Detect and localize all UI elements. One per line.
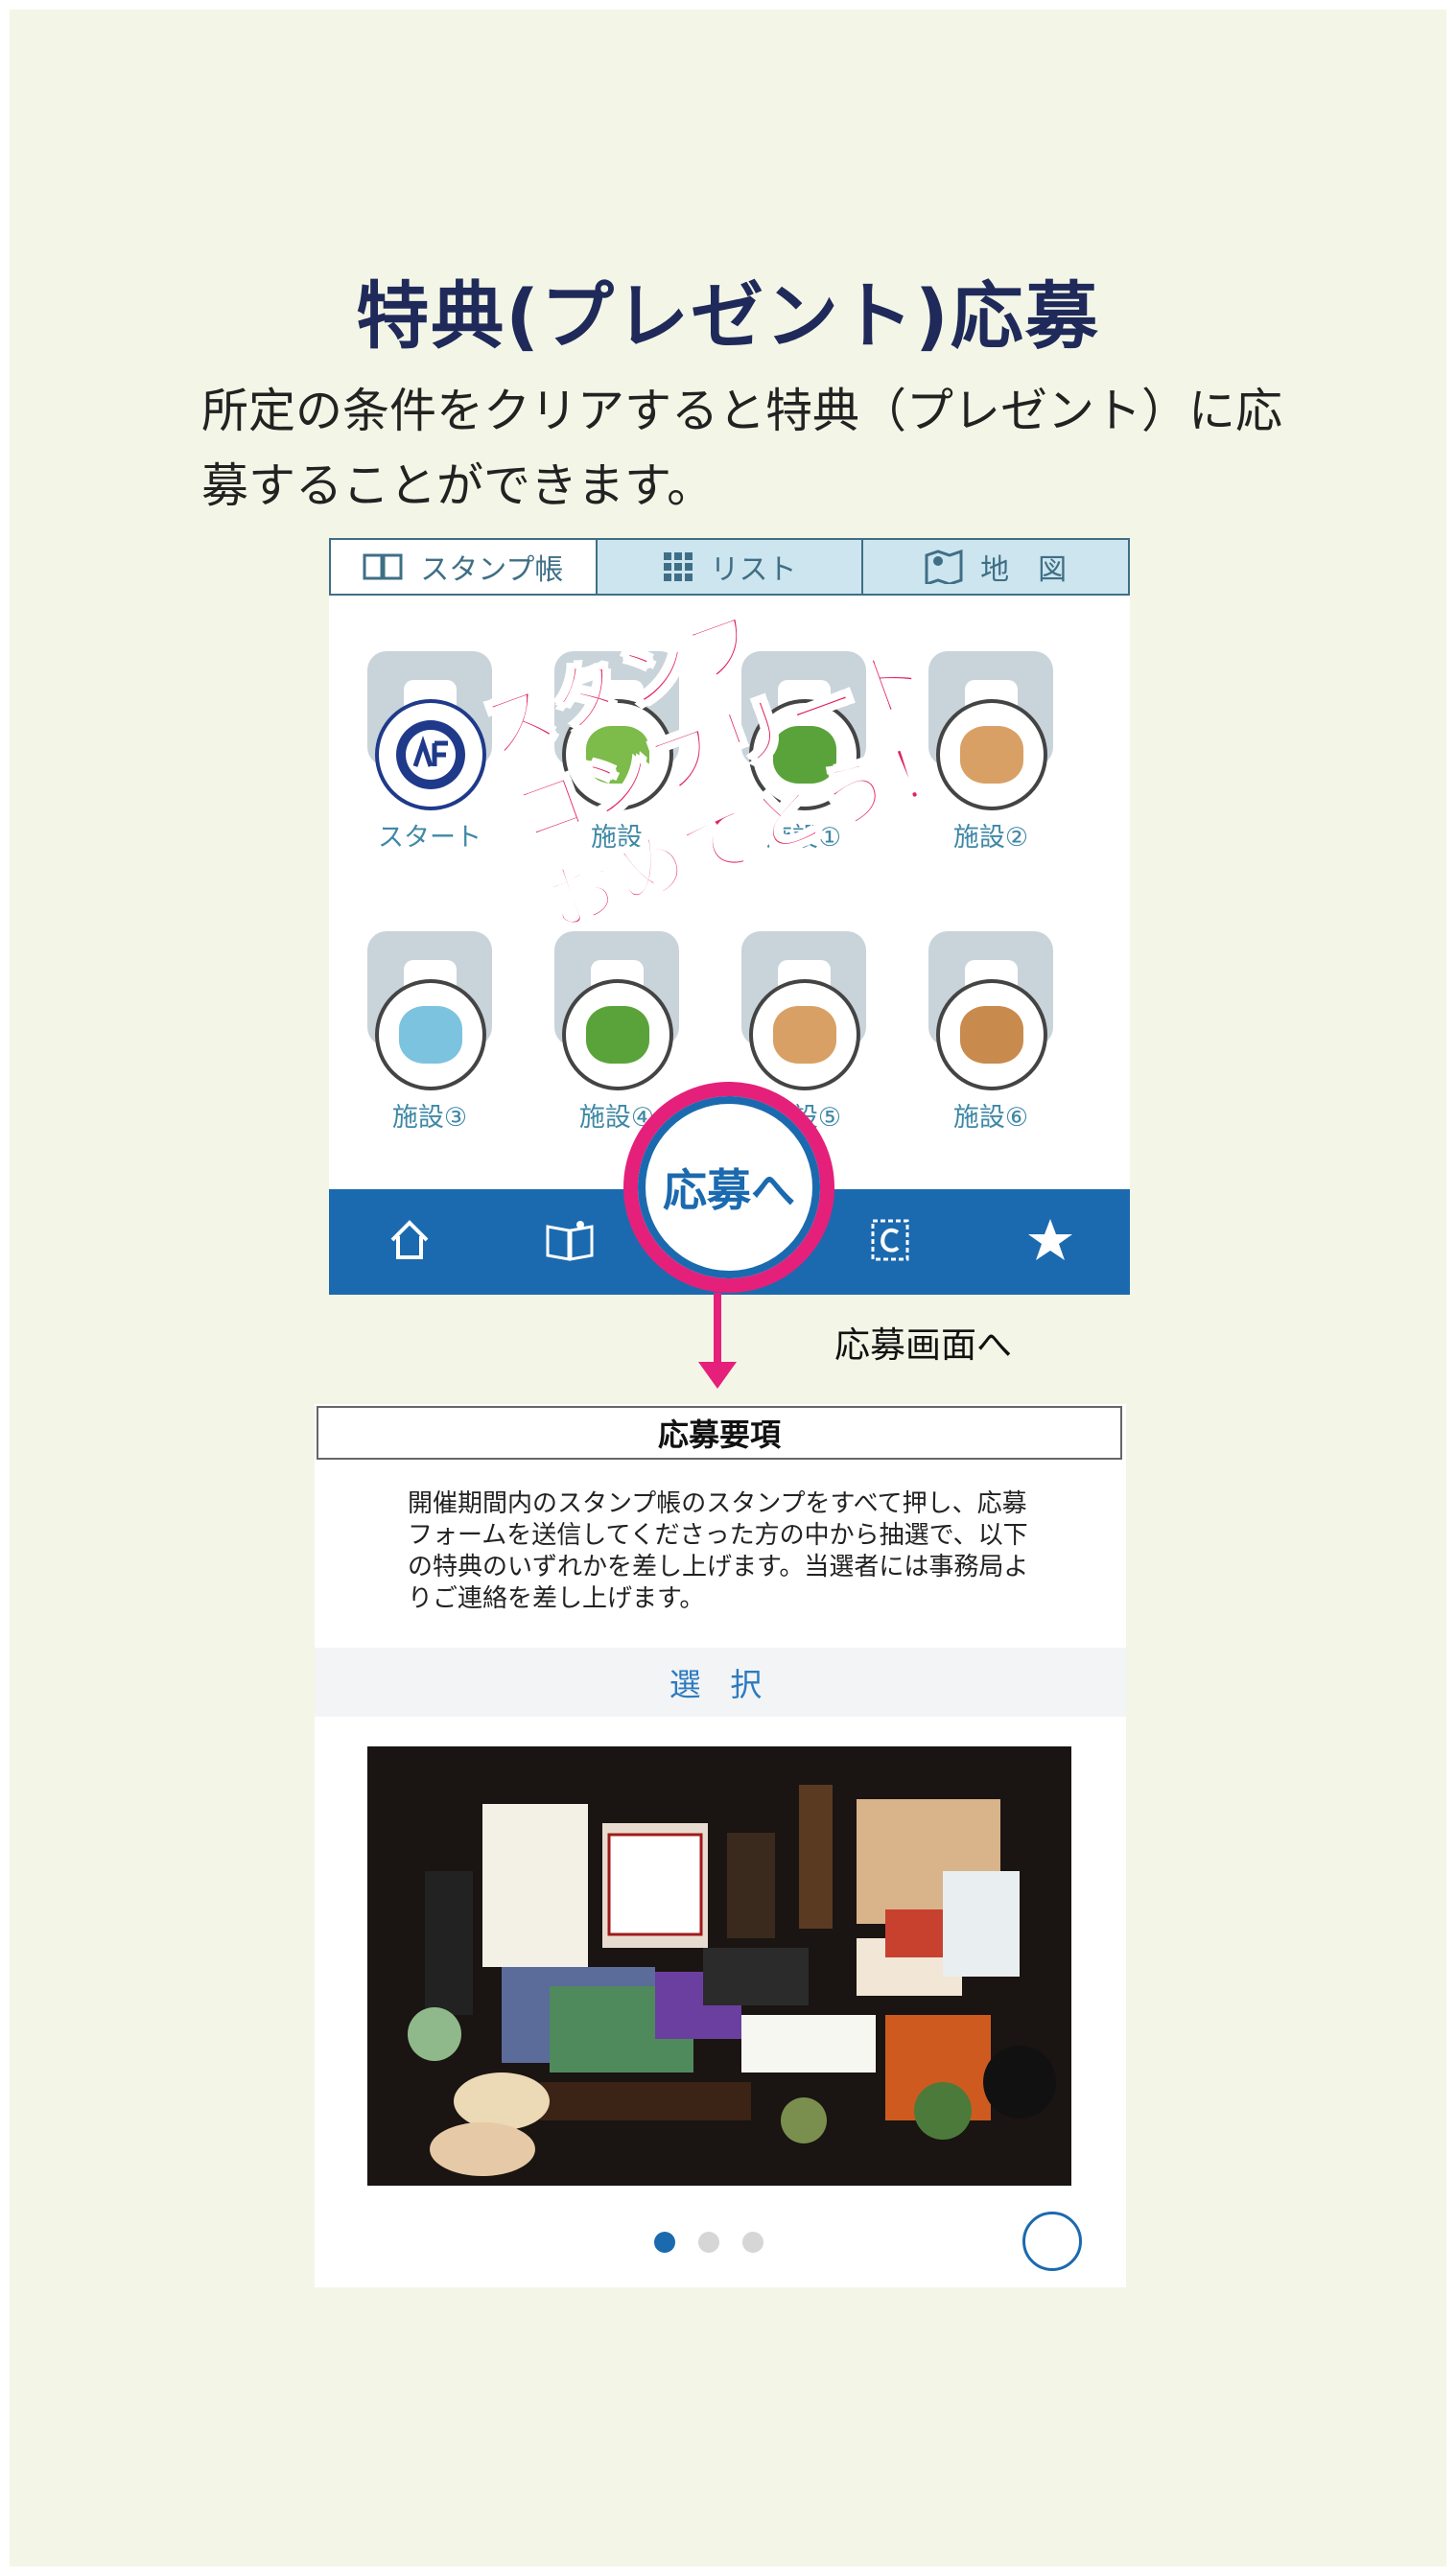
guide-book-icon [544, 1217, 596, 1267]
stamp-facility-3[interactable]: 施設③ [358, 931, 502, 1133]
prize-photo [367, 1746, 1071, 2186]
stamp-facility-1[interactable]: 施設① [732, 651, 876, 853]
stamp-leaf-mascot-icon [562, 979, 673, 1090]
nav-home[interactable] [329, 1189, 489, 1295]
tab-label: リスト [710, 553, 797, 587]
stamp-drop-mascot-icon [375, 979, 486, 1090]
stamp-label: 施設① [765, 823, 842, 853]
apply-button-label: 応募へ [663, 1164, 795, 1216]
requirements-body: 開催期間内のスタンプ帳のスタンプをすべて押し、応募フォームを送信してくださった方… [408, 1489, 1029, 1613]
home-icon [387, 1217, 433, 1267]
tab-list[interactable]: リスト [597, 538, 864, 596]
stamp-label: 施設③ [391, 1103, 468, 1133]
stamp-bear-mascot-icon [936, 699, 1047, 810]
tab-label: スタンプ帳 [420, 553, 564, 587]
stamp-label: 施設⑥ [952, 1103, 1029, 1133]
page-title: 特典(プレゼント)応募 [356, 273, 1100, 359]
tab-stamp-book[interactable]: スタンプ帳 [329, 538, 598, 596]
stamp-facility[interactable]: 施設 [545, 651, 689, 853]
tab-map[interactable]: 地 図 [863, 538, 1131, 596]
to-apply-screen-note: 応募画面へ [834, 1324, 1012, 1366]
prize-products-illustration [367, 1746, 1071, 2186]
stamp-mascot-icon [562, 699, 673, 810]
apply-button[interactable]: 応募へ [623, 1082, 834, 1293]
select-button[interactable]: 選 択 [315, 1648, 1126, 1717]
stamp-label: スタート [378, 823, 481, 853]
grid-icon [663, 551, 693, 582]
stamp-label: 施設 [591, 823, 643, 853]
nav-coupon[interactable] [810, 1189, 970, 1295]
requirements-title: 応募要項 [317, 1406, 1122, 1460]
select-radio-button[interactable] [1022, 2212, 1082, 2271]
top-tabs: スタンプ帳 リスト 地 図 [329, 538, 1131, 596]
carousel-dots [654, 2232, 763, 2253]
carousel-dot[interactable] [742, 2232, 763, 2253]
stamp-facility-6[interactable]: 施設⑥ [919, 931, 1063, 1133]
stamp-bear-mascot-icon [749, 979, 860, 1090]
stamp-facility-2[interactable]: 施設② [919, 651, 1063, 853]
carousel-dot[interactable] [654, 2232, 675, 2253]
stamp-leaf-mascot-icon [749, 699, 860, 810]
stamp-wood-mascot-icon [936, 979, 1047, 1090]
arrow-head-icon [698, 1362, 737, 1389]
stamp-facility-4[interactable]: 施設④ [545, 931, 689, 1133]
apply-screen: 応募要項 開催期間内のスタンプ帳のスタンプをすべて押し、応募フォームを送信してく… [315, 1404, 1126, 2287]
carousel-dot[interactable] [698, 2232, 719, 2253]
nav-favorites[interactable] [970, 1189, 1130, 1295]
stamp-label: 施設② [952, 823, 1029, 853]
tab-label: 地 図 [980, 553, 1068, 587]
book-icon [363, 551, 403, 582]
star-icon [1026, 1217, 1074, 1267]
jaf-logo-icon [375, 699, 486, 810]
intro-text: 所定の条件をクリアすると特典（プレゼント）に応募することができます。 [201, 384, 1283, 513]
coupon-icon [869, 1217, 911, 1267]
map-pin-icon [925, 550, 963, 584]
stamp-start[interactable]: スタート [358, 651, 502, 853]
